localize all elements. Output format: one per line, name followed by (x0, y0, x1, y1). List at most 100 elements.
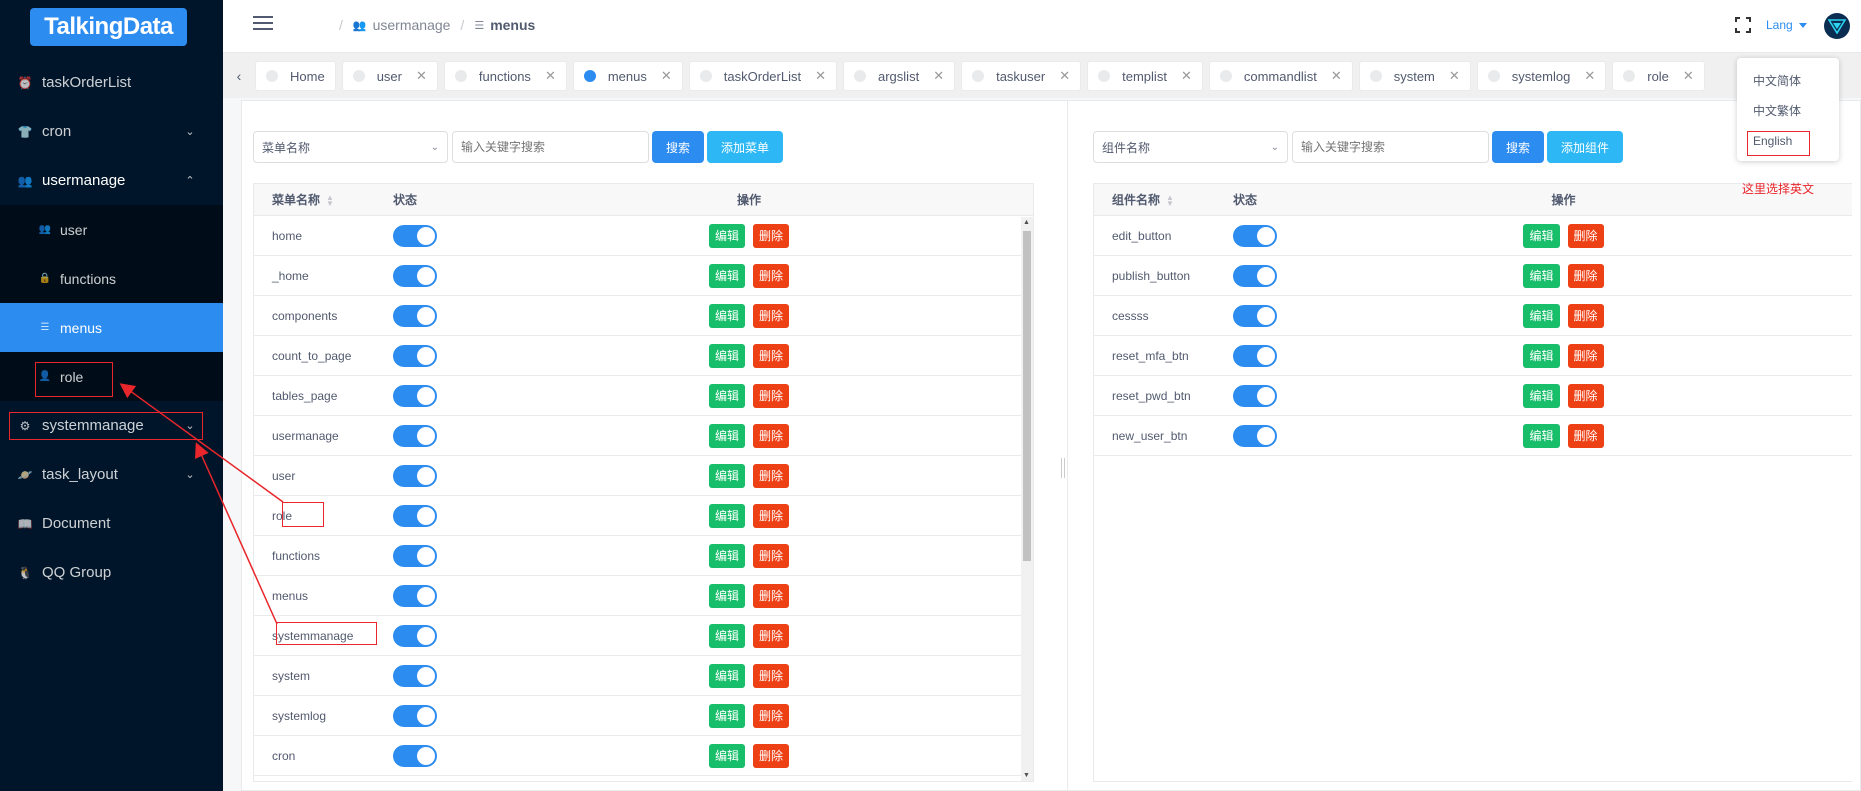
status-switch[interactable] (393, 464, 437, 487)
component-search-button[interactable]: 搜索 (1492, 131, 1545, 163)
edit-button[interactable]: 编辑 (708, 223, 745, 248)
tab-taskorderlist[interactable]: taskOrderList ✕ (688, 61, 837, 91)
tab-scroll-left-icon[interactable]: ‹ (231, 61, 247, 91)
add-menu-button[interactable]: 添加菜单 (707, 131, 784, 163)
sidebar-item-taskorderlist[interactable]: ⏰ taskOrderList (0, 58, 223, 107)
lang-option-zh-cn[interactable]: 中文简体 (1737, 66, 1839, 96)
close-icon[interactable]: ✕ (933, 68, 944, 84)
split-divider-handle[interactable] (1061, 458, 1065, 478)
tab-systemlog[interactable]: systemlog ✕ (1476, 61, 1607, 91)
status-switch[interactable] (393, 264, 437, 287)
tab-commandlist[interactable]: commandlist ✕ (1208, 61, 1353, 91)
delete-button[interactable]: 删除 (753, 463, 790, 488)
edit-button[interactable]: 编辑 (708, 583, 745, 608)
sidebar-item-menus[interactable]: ☰ menus (0, 303, 223, 352)
delete-button[interactable]: 删除 (753, 703, 790, 728)
close-icon[interactable]: ✕ (1331, 68, 1342, 84)
delete-button[interactable]: 删除 (1567, 303, 1604, 328)
delete-button[interactable]: 删除 (753, 503, 790, 528)
close-icon[interactable]: ✕ (1683, 68, 1694, 84)
breadcrumb-item[interactable]: usermanage (373, 17, 451, 33)
close-icon[interactable]: ✕ (545, 68, 556, 84)
delete-button[interactable]: 删除 (753, 543, 790, 568)
status-switch[interactable] (393, 704, 437, 727)
column-header[interactable]: 组件名称 ▲ ▼ (1094, 191, 1225, 208)
status-switch[interactable] (393, 544, 437, 567)
edit-button[interactable]: 编辑 (708, 663, 745, 688)
status-switch[interactable] (393, 504, 437, 527)
add-component-button[interactable]: 添加组件 (1547, 131, 1624, 163)
tab-role[interactable]: role ✕ (1612, 61, 1705, 91)
delete-button[interactable]: 删除 (1567, 383, 1604, 408)
sort-icon[interactable]: ▲ ▼ (1166, 193, 1174, 207)
tab-system[interactable]: system ✕ (1358, 61, 1471, 91)
delete-button[interactable]: 删除 (753, 263, 790, 288)
edit-button[interactable]: 编辑 (1523, 383, 1560, 408)
status-switch[interactable] (393, 584, 437, 607)
sidebar-item-user[interactable]: 👥 user (0, 205, 223, 254)
close-icon[interactable]: ✕ (416, 68, 427, 84)
edit-button[interactable]: 编辑 (708, 423, 745, 448)
delete-button[interactable]: 删除 (1567, 423, 1604, 448)
delete-button[interactable]: 删除 (753, 623, 790, 648)
edit-button[interactable]: 编辑 (1523, 343, 1560, 368)
menu-search-input[interactable] (452, 131, 649, 163)
menu-field-select[interactable]: 菜单名称 ⌄ (253, 131, 448, 163)
edit-button[interactable]: 编辑 (708, 703, 745, 728)
menu-search-button[interactable]: 搜索 (652, 131, 705, 163)
scrollbar-thumb[interactable] (1023, 231, 1031, 561)
close-icon[interactable]: ✕ (661, 68, 672, 84)
status-switch[interactable] (393, 744, 437, 767)
status-switch[interactable] (1233, 344, 1277, 367)
delete-button[interactable]: 删除 (753, 303, 790, 328)
logo[interactable]: TalkingData (30, 8, 187, 46)
avatar[interactable] (1824, 13, 1850, 39)
status-switch[interactable] (393, 624, 437, 647)
edit-button[interactable]: 编辑 (708, 383, 745, 408)
scroll-up-icon[interactable]: ▲ (1023, 219, 1030, 226)
delete-button[interactable]: 删除 (753, 383, 790, 408)
lang-option-zh-tw[interactable]: 中文繁体 (1737, 96, 1839, 126)
close-icon[interactable]: ✕ (1584, 68, 1595, 84)
edit-button[interactable]: 编辑 (708, 263, 745, 288)
component-search-input[interactable] (1292, 131, 1489, 163)
delete-button[interactable]: 删除 (1567, 343, 1604, 368)
sidebar-item-qq-group[interactable]: 🐧 QQ Group (0, 548, 223, 597)
status-switch[interactable] (393, 304, 437, 327)
edit-button[interactable]: 编辑 (708, 303, 745, 328)
edit-button[interactable]: 编辑 (1523, 303, 1560, 328)
scroll-down-icon[interactable]: ▼ (1023, 772, 1030, 779)
hamburger-menu-icon[interactable] (253, 16, 273, 32)
tab-templist[interactable]: templist ✕ (1087, 61, 1203, 91)
tab-taskuser[interactable]: taskuser ✕ (961, 61, 1082, 91)
delete-button[interactable]: 删除 (753, 743, 790, 768)
tab-menus[interactable]: menus ✕ (572, 61, 683, 91)
tab-argslist[interactable]: argslist ✕ (843, 61, 956, 91)
status-switch[interactable] (1233, 264, 1277, 287)
edit-button[interactable]: 编辑 (708, 543, 745, 568)
status-switch[interactable] (1233, 424, 1277, 447)
delete-button[interactable]: 删除 (753, 223, 790, 248)
tab-functions[interactable]: functions ✕ (443, 61, 567, 91)
tab-user[interactable]: user ✕ (341, 61, 438, 91)
table-scrollbar[interactable]: ▲ ▼ (1021, 217, 1033, 781)
sidebar-item-task-layout[interactable]: 🪐 task_layout ⌄ (0, 450, 223, 499)
delete-button[interactable]: 删除 (753, 343, 790, 368)
sidebar-item-document[interactable]: 📖 Document (0, 499, 223, 548)
close-icon[interactable]: ✕ (1059, 68, 1070, 84)
edit-button[interactable]: 编辑 (708, 503, 745, 528)
status-switch[interactable] (393, 344, 437, 367)
edit-button[interactable]: 编辑 (708, 623, 745, 648)
status-switch[interactable] (1233, 224, 1277, 247)
edit-button[interactable]: 编辑 (708, 463, 745, 488)
column-header[interactable]: 菜单名称 ▲ ▼ (254, 191, 385, 208)
edit-button[interactable]: 编辑 (1523, 263, 1560, 288)
status-switch[interactable] (393, 424, 437, 447)
sidebar-item-functions[interactable]: 🔒 functions (0, 254, 223, 303)
tab-home[interactable]: Home (255, 61, 336, 91)
close-icon[interactable]: ✕ (815, 68, 826, 84)
sidebar-item-usermanage[interactable]: 👥 usermanage ⌃ (0, 156, 223, 205)
sort-icon[interactable]: ▲ ▼ (326, 193, 334, 207)
status-switch[interactable] (1233, 384, 1277, 407)
status-switch[interactable] (393, 224, 437, 247)
